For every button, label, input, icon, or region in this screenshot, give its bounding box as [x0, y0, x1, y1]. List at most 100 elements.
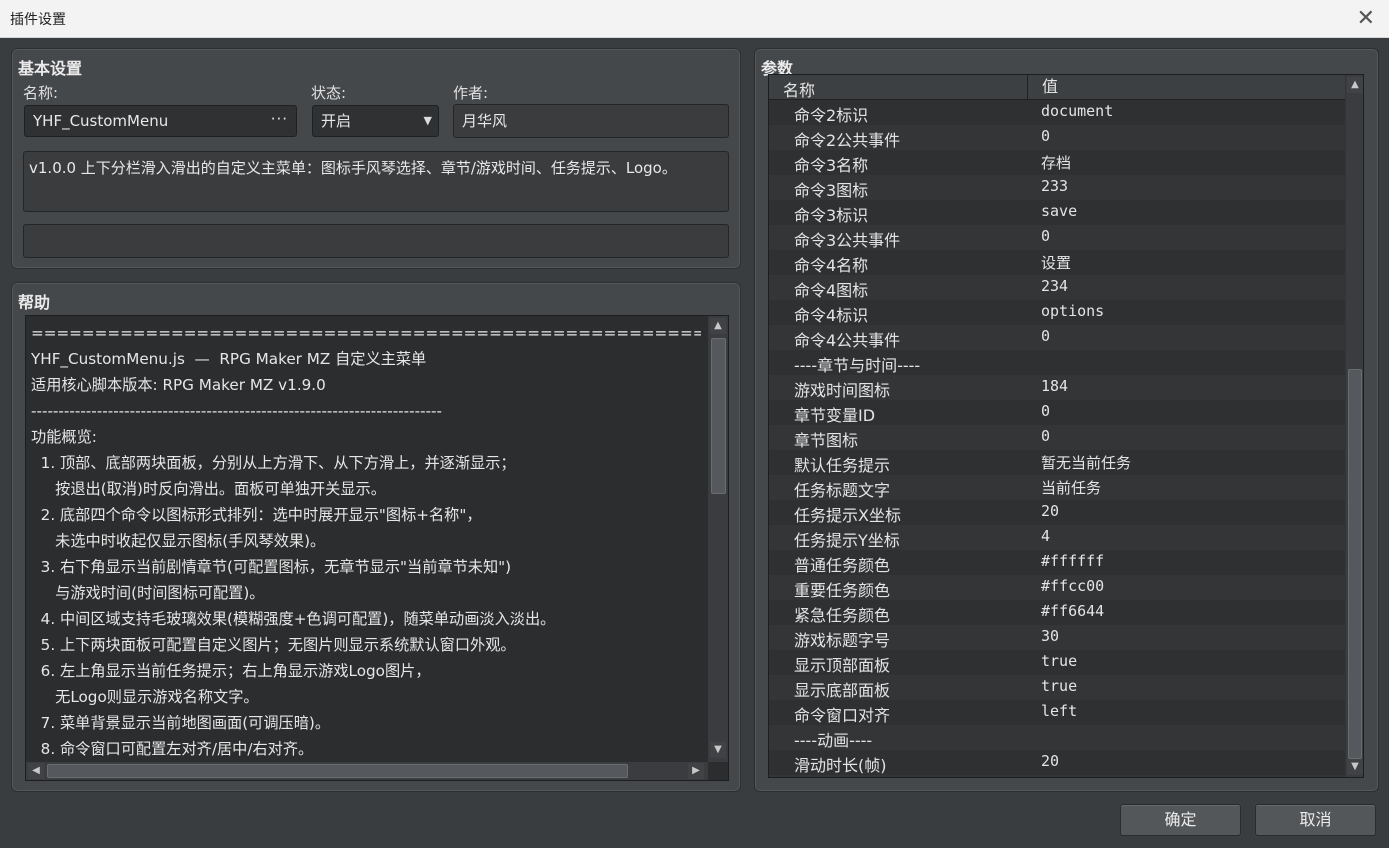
help-line: ========================================…	[31, 324, 701, 342]
table-row[interactable]: 紧急任务颜色 #ff6644	[769, 600, 1345, 625]
help-horizontal-scrollbar[interactable]: ◀ ▶	[26, 762, 708, 780]
table-row[interactable]: 任务提示X坐标 20	[769, 500, 1345, 525]
table-row[interactable]: 任务提示Y坐标 4	[769, 525, 1345, 550]
param-value: 设置	[1041, 254, 1072, 272]
help-vertical-scrollbar[interactable]: ▲ ▼	[708, 316, 728, 762]
param-value: 233	[1041, 177, 1069, 195]
param-name: 显示顶部面板	[794, 656, 891, 675]
param-value: #ffcc00	[1041, 577, 1105, 595]
cancel-button[interactable]: 取消	[1255, 804, 1376, 836]
table-row[interactable]: 命令4公共事件 0	[769, 325, 1345, 350]
table-row[interactable]: 命令2标识 document	[769, 100, 1345, 125]
help-horizontal-scroll-thumb[interactable]	[47, 764, 628, 778]
help-line: 功能概览:	[31, 428, 97, 446]
scroll-left-icon[interactable]: ◀	[28, 763, 44, 779]
author-value: 月华风	[462, 112, 508, 130]
help-line: 无Logo则显示游戏名称文字。	[31, 688, 259, 706]
table-row[interactable]: 普通任务颜色 #ffffff	[769, 550, 1345, 575]
param-name: 命令3图标	[794, 181, 869, 200]
table-row[interactable]: 默认任务提示 暂无当前任务	[769, 450, 1345, 475]
table-row[interactable]: 命令3标识 save	[769, 200, 1345, 225]
status-select[interactable]: 开启 ▼	[312, 105, 439, 137]
table-row[interactable]: 滑动时长(帧) 20	[769, 750, 1345, 775]
table-row[interactable]: 命令3公共事件 0	[769, 225, 1345, 250]
scroll-up-icon[interactable]: ▲	[710, 318, 726, 334]
table-row[interactable]: 章节图标 0	[769, 425, 1345, 450]
param-name: 任务提示X坐标	[794, 506, 901, 525]
table-row[interactable]: 命令3图标 233	[769, 175, 1345, 200]
parameters-table[interactable]: 名称 值 命令2标识 document 命令2公共事件 0 命令3名称 存档命令3图标 23…	[768, 74, 1364, 778]
scroll-right-icon[interactable]: ▶	[688, 763, 704, 779]
help-line: 6. 左上角显示当前任务提示；右上角显示游戏Logo图片，	[31, 662, 431, 680]
param-name: 命令2标识	[794, 106, 869, 125]
param-value: 存档	[1041, 154, 1072, 172]
help-text-area[interactable]: ========================================…	[25, 315, 729, 781]
param-name: 游戏标题字号	[794, 631, 891, 650]
table-row[interactable]: 命令2公共事件 0	[769, 125, 1345, 150]
param-value: 184	[1041, 377, 1069, 395]
chevron-down-icon: ▼	[423, 114, 432, 127]
param-name: 命令3公共事件	[794, 231, 901, 250]
table-row[interactable]: 命令3名称 存档	[769, 150, 1345, 175]
parameters-panel: 参数 名称 值 命令2标识 document 命令2公共事件 0 命令3名称 存档 命令3图…	[754, 48, 1379, 792]
param-value: 234	[1041, 277, 1069, 295]
param-value: options	[1041, 302, 1105, 320]
help-line: 3. 右下角显示当前剧情章节(可配置图标，无章节显示"当前章节未知")	[31, 558, 512, 576]
basic-settings-title: 基本设置	[18, 59, 83, 78]
param-name: 滑动时长(帧)	[794, 756, 887, 775]
table-row[interactable]: 章节变量ID 0	[769, 400, 1345, 425]
table-row[interactable]: 重要任务颜色 #ffcc00	[769, 575, 1345, 600]
table-row[interactable]: 命令4名称 设置	[769, 250, 1345, 275]
close-icon[interactable]: ✕	[1357, 6, 1375, 31]
basic-settings-panel: 基本设置 名称: 状态: 作者: YHF_CustomMenu ··· 开启 ▼…	[11, 48, 741, 269]
scroll-down-icon[interactable]: ▼	[1347, 759, 1363, 775]
param-value: 暂无当前任务	[1041, 454, 1132, 472]
table-row[interactable]: 游戏标题字号 30	[769, 625, 1345, 650]
table-row[interactable]: ----动画----	[769, 725, 1345, 750]
param-value: 0	[1041, 327, 1051, 345]
description-field[interactable]: v1.0.0 上下分栏滑入滑出的自定义主菜单：图标手风琴选择、章节/游戏时间、任…	[23, 151, 729, 212]
table-row[interactable]: 游戏时间图标 184	[769, 375, 1345, 400]
table-row[interactable]: 任务标题文字 当前任务	[769, 475, 1345, 500]
param-name: 任务标题文字	[794, 481, 891, 500]
table-row[interactable]: 命令4标识 options	[769, 300, 1345, 325]
param-value: 当前任务	[1041, 479, 1102, 497]
param-name: 命令4标识	[794, 306, 869, 325]
table-row[interactable]: 命令窗口对齐 left	[769, 700, 1345, 725]
table-row[interactable]: 命令4图标 234	[769, 275, 1345, 300]
param-name: 默认任务提示	[794, 456, 891, 475]
param-name: 游戏时间图标	[794, 381, 891, 400]
param-value: 4	[1041, 527, 1051, 545]
param-name: 命令4名称	[794, 256, 869, 275]
param-value: #ff6644	[1041, 602, 1105, 620]
plugin-name-field[interactable]: YHF_CustomMenu ···	[24, 105, 297, 137]
param-value: true	[1041, 677, 1078, 695]
table-row[interactable]: 显示顶部面板 true	[769, 650, 1345, 675]
column-header-value[interactable]: 值	[1027, 75, 1342, 99]
param-value: 0	[1041, 127, 1051, 145]
help-line: 8. 命令窗口可配置左对齐/居中/右对齐。	[31, 740, 314, 756]
extra-field[interactable]	[23, 224, 729, 258]
table-row[interactable]: 显示底部面板 true	[769, 675, 1345, 700]
help-panel: 帮助 =====================================…	[11, 282, 741, 792]
help-line: YHF_CustomMenu.js — RPG Maker MZ 自定义主菜单	[31, 350, 427, 368]
ok-button[interactable]: 确定	[1120, 804, 1241, 836]
author-field[interactable]: 月华风	[453, 104, 729, 138]
help-title: 帮助	[18, 293, 51, 312]
parameters-vertical-scroll-thumb[interactable]	[1348, 369, 1362, 759]
param-name: 命令3名称	[794, 156, 869, 175]
column-header-name[interactable]: 名称	[783, 77, 815, 101]
help-vertical-scroll-thumb[interactable]	[711, 338, 726, 494]
parameters-vertical-scrollbar[interactable]: ▲ ▼	[1346, 75, 1363, 777]
parameters-rows: 命令2标识 document 命令2公共事件 0 命令3名称 存档命令3图标 233 命令3标…	[769, 100, 1345, 775]
param-value: 20	[1041, 752, 1060, 770]
table-row[interactable]: ----章节与时间----	[769, 350, 1345, 375]
param-name: 命令窗口对齐	[794, 706, 891, 725]
param-name: 命令2公共事件	[794, 131, 901, 150]
scroll-up-icon[interactable]: ▲	[1347, 77, 1363, 93]
help-line: ----------------------------------------…	[31, 402, 443, 420]
param-name: 紧急任务颜色	[794, 606, 891, 625]
param-value: 0	[1041, 427, 1051, 445]
ellipsis-icon[interactable]: ···	[271, 104, 288, 134]
scroll-down-icon[interactable]: ▼	[710, 742, 726, 758]
